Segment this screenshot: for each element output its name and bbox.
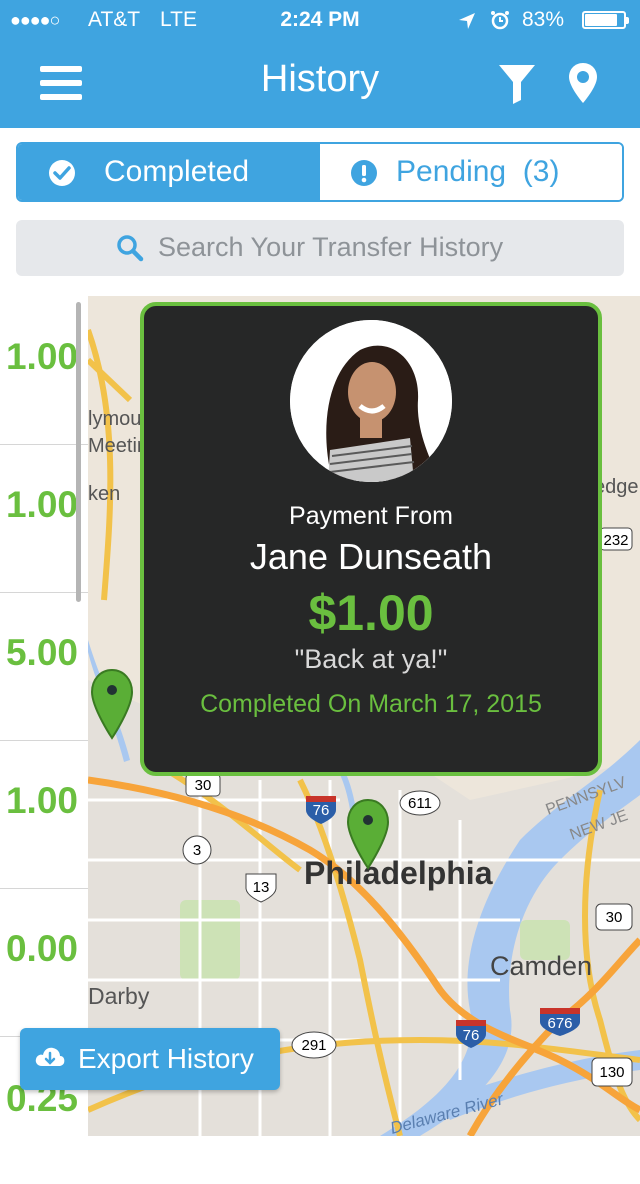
location-pin-icon[interactable] — [568, 62, 598, 104]
svg-text:232: 232 — [603, 532, 628, 549]
payment-detail-popup[interactable]: Payment From Jane Dunseath $1.00 "Back a… — [140, 302, 602, 776]
svg-text:676: 676 — [547, 1015, 572, 1032]
map-label: Darby — [88, 983, 150, 1009]
list-item[interactable]: 1.00 — [0, 296, 88, 445]
payer-name: Jane Dunseath — [249, 536, 493, 577]
exclamation-circle-icon — [351, 160, 377, 186]
map-label: Philadelphia — [304, 855, 493, 891]
list-item[interactable]: 1.00 — [0, 740, 88, 889]
battery-percent: 83% — [522, 8, 565, 31]
svg-text:30: 30 — [606, 909, 623, 926]
route-shield: 30 — [595, 903, 633, 931]
search-input[interactable]: Search Your Transfer History — [16, 220, 624, 276]
cloud-download-icon — [35, 1047, 65, 1066]
export-history-label: Export History — [78, 1043, 254, 1074]
page-title: History — [260, 58, 380, 100]
payment-from-label: Payment From — [289, 502, 453, 530]
route-shield: 30 — [185, 773, 221, 797]
list-item[interactable]: 1.00 — [0, 444, 88, 593]
list-item[interactable]: 5.00 — [0, 592, 88, 741]
history-tabs: Completed Pending (3) — [16, 142, 624, 202]
filter-icon[interactable] — [498, 64, 536, 104]
tab-completed-label: Completed — [104, 155, 250, 188]
route-shield: 611 — [399, 790, 441, 816]
svg-text:611: 611 — [408, 795, 432, 812]
route-shield: 291 — [291, 1031, 337, 1059]
list-item[interactable]: 0.00 — [0, 888, 88, 1037]
transfer-amount: 1.00 — [5, 336, 78, 377]
transfer-amount: 0.00 — [5, 928, 78, 969]
svg-text:3: 3 — [193, 842, 201, 859]
svg-text:30: 30 — [195, 777, 212, 794]
route-shield: 130 — [591, 1057, 633, 1087]
map-label: ken — [88, 483, 120, 505]
route-shield: 3 — [182, 835, 212, 865]
tab-pending-text: Pending — [396, 155, 507, 188]
avatar — [290, 320, 452, 482]
svg-text:130: 130 — [599, 1064, 624, 1081]
tab-completed[interactable]: Completed — [18, 144, 320, 200]
battery-icon — [582, 11, 629, 29]
tab-pending[interactable]: Pending (3) — [320, 144, 622, 200]
transfer-amount: 5.00 — [5, 632, 78, 673]
scrollbar[interactable] — [76, 302, 81, 602]
alarm-icon — [491, 11, 509, 30]
search-icon — [117, 235, 144, 262]
history-list: 1.00 1.00 5.00 1.00 0.00 0.25 — [0, 296, 88, 1136]
payment-amount: $1.00 — [308, 585, 434, 641]
svg-text:76: 76 — [463, 1027, 480, 1044]
pending-count: (3) — [522, 155, 560, 188]
svg-text:13: 13 — [253, 879, 270, 896]
completion-date: Completed On March 17, 2015 — [200, 690, 542, 718]
checkmark-circle-icon — [49, 160, 75, 186]
svg-text:291: 291 — [301, 1037, 326, 1054]
status-bar: ●●●●○ AT&T LTE 2:24 PM 83% — [0, 0, 640, 40]
export-history-button[interactable]: Export History — [20, 1028, 280, 1090]
tab-pending-label: Pending (3) — [396, 144, 559, 200]
search-placeholder: Search Your Transfer History — [158, 232, 504, 262]
transfer-amount: 1.00 — [5, 780, 78, 821]
map-label: Camden — [490, 951, 592, 981]
app-header: ●●●●○ AT&T LTE 2:24 PM 83% History — [0, 0, 640, 128]
location-services-icon — [459, 13, 475, 29]
payment-memo: "Back at ya!" — [294, 644, 448, 674]
route-shield: 232 — [599, 527, 633, 551]
transfer-amount: 1.00 — [5, 484, 78, 525]
svg-text:76: 76 — [313, 802, 330, 819]
